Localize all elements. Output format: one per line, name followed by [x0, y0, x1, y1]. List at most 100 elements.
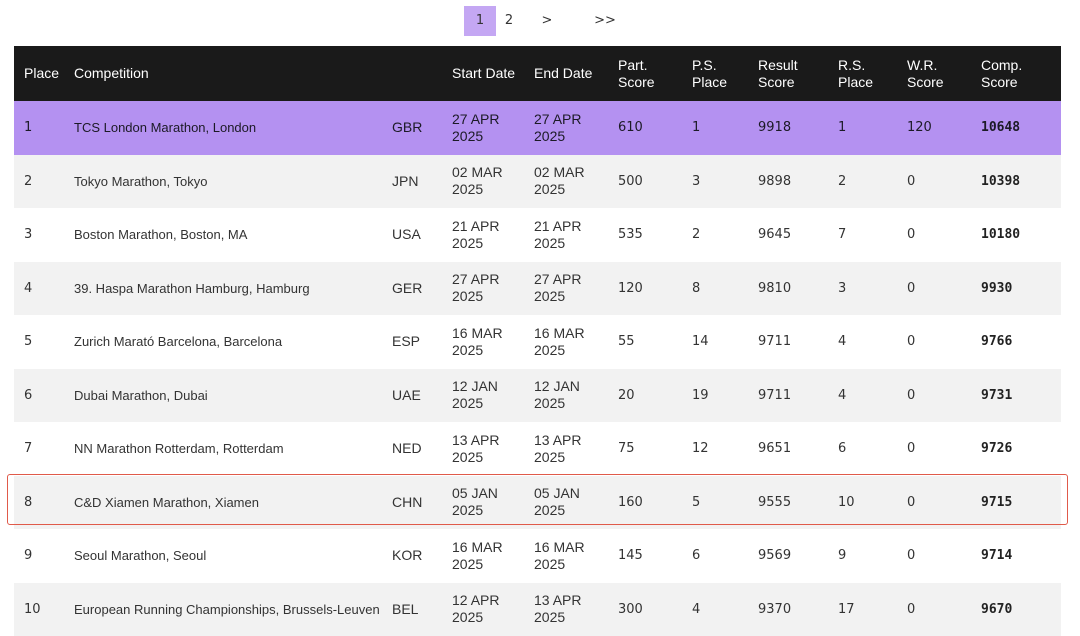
cell-competition[interactable]: Boston Marathon, Boston, MA — [64, 208, 388, 262]
table-row[interactable]: 3Boston Marathon, Boston, MAUSA21 APR202… — [14, 208, 1061, 262]
header-result-score[interactable]: ResultScore — [748, 46, 828, 101]
table-row[interactable]: 10European Running Championships, Brusse… — [14, 583, 1061, 636]
start-date-day: 21 APR — [452, 218, 499, 234]
header-part-score[interactable]: Part.Score — [608, 46, 682, 101]
next-page-button[interactable]: > — [522, 6, 572, 36]
start-date-year: 2025 — [452, 235, 483, 251]
cell-place: 5 — [14, 315, 64, 369]
start-date-year: 2025 — [452, 609, 483, 625]
cell-comp-score: 9766 — [971, 315, 1061, 369]
cell-part-score: 160 — [608, 476, 682, 530]
cell-country: KOR — [388, 529, 442, 583]
table-row[interactable]: 2Tokyo Marathon, TokyoJPN02 MAR202502 MA… — [14, 155, 1061, 209]
header-comp-score[interactable]: Comp.Score — [971, 46, 1061, 101]
cell-competition[interactable]: Seoul Marathon, Seoul — [64, 529, 388, 583]
cell-wr-score: 0 — [897, 155, 971, 209]
header-start-date[interactable]: Start Date — [442, 46, 524, 101]
cell-end-date: 27 APR2025 — [524, 262, 608, 316]
page-2-button[interactable]: 2 — [496, 6, 522, 36]
header-ps-place[interactable]: P.S.Place — [682, 46, 748, 101]
cell-place: 2 — [14, 155, 64, 209]
header-wr-score[interactable]: W.R.Score — [897, 46, 971, 101]
cell-place: 1 — [14, 101, 64, 155]
cell-place: 10 — [14, 583, 64, 636]
cell-competition[interactable]: C&D Xiamen Marathon, Xiamen — [64, 476, 388, 530]
table-row[interactable]: 439. Haspa Marathon Hamburg, HamburgGER2… — [14, 262, 1061, 316]
cell-country: JPN — [388, 155, 442, 209]
cell-place: 7 — [14, 422, 64, 476]
cell-wr-score: 0 — [897, 262, 971, 316]
table-row[interactable]: 1TCS London Marathon, LondonGBR27 APR202… — [14, 101, 1061, 155]
cell-part-score: 535 — [608, 208, 682, 262]
end-date-year: 2025 — [534, 395, 565, 411]
cell-country: USA — [388, 208, 442, 262]
end-date-day: 13 APR — [534, 432, 581, 448]
header-end-date[interactable]: End Date — [524, 46, 608, 101]
cell-end-date: 27 APR2025 — [524, 101, 608, 155]
start-date-day: 05 JAN — [452, 485, 498, 501]
cell-result-score: 9569 — [748, 529, 828, 583]
start-date-day: 12 JAN — [452, 378, 498, 394]
cell-competition[interactable]: 39. Haspa Marathon Hamburg, Hamburg — [64, 262, 388, 316]
cell-competition[interactable]: Dubai Marathon, Dubai — [64, 369, 388, 423]
last-page-button[interactable]: >> — [572, 6, 638, 36]
cell-wr-score: 0 — [897, 583, 971, 636]
cell-rs-place: 9 — [828, 529, 897, 583]
cell-end-date: 13 APR2025 — [524, 583, 608, 636]
header-rs-place-line2: Place — [838, 74, 873, 90]
end-date-year: 2025 — [534, 556, 565, 572]
cell-comp-score: 9670 — [971, 583, 1061, 636]
end-date-day: 21 APR — [534, 218, 581, 234]
cell-country: CHN — [388, 476, 442, 530]
end-date-day: 16 MAR — [534, 325, 585, 341]
end-date-day: 16 MAR — [534, 539, 585, 555]
cell-ps-place: 8 — [682, 262, 748, 316]
cell-rs-place: 6 — [828, 422, 897, 476]
cell-result-score: 9810 — [748, 262, 828, 316]
cell-end-date: 13 APR2025 — [524, 422, 608, 476]
cell-competition[interactable]: Tokyo Marathon, Tokyo — [64, 155, 388, 209]
header-ps-place-line2: Place — [692, 74, 727, 90]
cell-part-score: 145 — [608, 529, 682, 583]
cell-rs-place: 4 — [828, 369, 897, 423]
table-row[interactable]: 7NN Marathon Rotterdam, RotterdamNED13 A… — [14, 422, 1061, 476]
rankings-table: Place Competition Start Date End Date Pa… — [14, 46, 1061, 636]
end-date-day: 13 APR — [534, 592, 581, 608]
cell-result-score: 9918 — [748, 101, 828, 155]
start-date-day: 16 MAR — [452, 539, 503, 555]
end-date-year: 2025 — [534, 342, 565, 358]
header-rs-place[interactable]: R.S.Place — [828, 46, 897, 101]
pagination: 1 2 > >> — [464, 6, 638, 36]
cell-wr-score: 120 — [897, 101, 971, 155]
cell-competition[interactable]: TCS London Marathon, London — [64, 101, 388, 155]
start-date-year: 2025 — [452, 181, 483, 197]
cell-wr-score: 0 — [897, 529, 971, 583]
cell-competition[interactable]: European Running Championships, Brussels… — [64, 583, 388, 636]
cell-competition[interactable]: Zurich Marató Barcelona, Barcelona — [64, 315, 388, 369]
cell-rs-place: 2 — [828, 155, 897, 209]
cell-rs-place: 7 — [828, 208, 897, 262]
cell-start-date: 21 APR2025 — [442, 208, 524, 262]
table-row[interactable]: 5Zurich Marató Barcelona, BarcelonaESP16… — [14, 315, 1061, 369]
cell-end-date: 12 JAN2025 — [524, 369, 608, 423]
header-wr-score-line2: Score — [907, 74, 944, 90]
end-date-year: 2025 — [534, 235, 565, 251]
end-date-day: 02 MAR — [534, 164, 585, 180]
table-body: 1TCS London Marathon, LondonGBR27 APR202… — [14, 101, 1061, 636]
cell-ps-place: 4 — [682, 583, 748, 636]
page-1-button[interactable]: 1 — [464, 6, 496, 36]
cell-comp-score: 9714 — [971, 529, 1061, 583]
end-date-day: 27 APR — [534, 111, 581, 127]
end-date-year: 2025 — [534, 502, 565, 518]
cell-comp-score: 10648 — [971, 101, 1061, 155]
table-row[interactable]: 6Dubai Marathon, DubaiUAE12 JAN202512 JA… — [14, 369, 1061, 423]
table-row[interactable]: 9Seoul Marathon, SeoulKOR16 MAR202516 MA… — [14, 529, 1061, 583]
cell-start-date: 27 APR2025 — [442, 262, 524, 316]
end-date-day: 12 JAN — [534, 378, 580, 394]
cell-competition[interactable]: NN Marathon Rotterdam, Rotterdam — [64, 422, 388, 476]
header-competition[interactable]: Competition — [64, 46, 388, 101]
header-place[interactable]: Place — [14, 46, 64, 101]
start-date-day: 13 APR — [452, 432, 499, 448]
cell-country: UAE — [388, 369, 442, 423]
table-row[interactable]: 8C&D Xiamen Marathon, XiamenCHN05 JAN202… — [14, 476, 1061, 530]
